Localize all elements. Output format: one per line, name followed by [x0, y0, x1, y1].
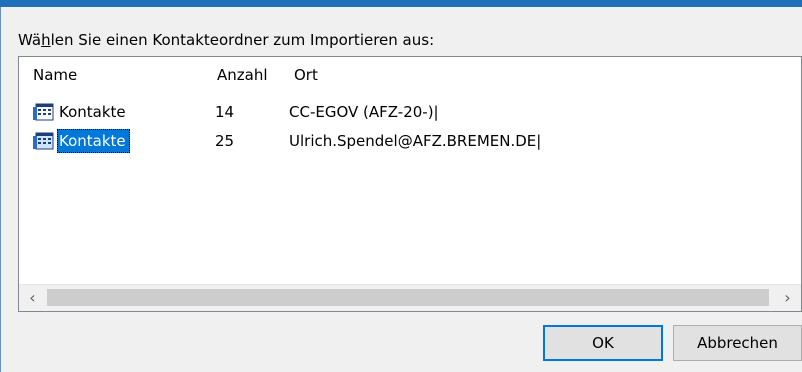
title-bar[interactable]: [0, 0, 802, 7]
list-item-selected[interactable]: Kontakte 25 Ulrich.Spendel@AFZ.BREMEN.DE…: [19, 129, 801, 153]
scroll-left-arrow-icon[interactable]: ‹: [19, 285, 46, 311]
contacts-folder-icon: [33, 103, 55, 121]
ok-button[interactable]: OK: [543, 325, 663, 361]
prompt-accesskey: h: [41, 31, 51, 49]
cancel-button[interactable]: Abbrechen: [673, 325, 802, 361]
list-item[interactable]: Kontakte 14 CC-EGOV (AFZ-20-)|: [19, 100, 801, 124]
horizontal-scrollbar[interactable]: ‹ ›: [19, 284, 801, 311]
list-item-count: 25: [215, 132, 235, 150]
column-header-ort[interactable]: Ort: [288, 57, 801, 93]
contact-folder-list[interactable]: Name Anzahl Ort Kontakte 14 CC-EGOV (AFZ…: [18, 56, 802, 312]
dialog-prompt: Wählen Sie einen Kontakteordner zum Impo…: [18, 31, 435, 49]
import-folder-dialog: Wählen Sie einen Kontakteordner zum Impo…: [0, 0, 802, 372]
window-border: [0, 7, 1, 372]
scrollbar-thumb[interactable]: [47, 289, 769, 306]
list-item-name: Kontakte: [59, 103, 126, 121]
contacts-folder-icon: [33, 132, 55, 150]
list-item-count: 14: [215, 103, 235, 121]
scroll-right-arrow-icon[interactable]: ›: [774, 285, 801, 311]
list-item-location: Ulrich.Spendel@AFZ.BREMEN.DE|: [289, 132, 542, 150]
list-item-name: Kontakte: [57, 129, 130, 153]
column-header-anzahl[interactable]: Anzahl: [212, 57, 288, 93]
list-item-location: CC-EGOV (AFZ-20-)|: [289, 103, 439, 121]
column-header-name[interactable]: Name: [19, 57, 212, 93]
